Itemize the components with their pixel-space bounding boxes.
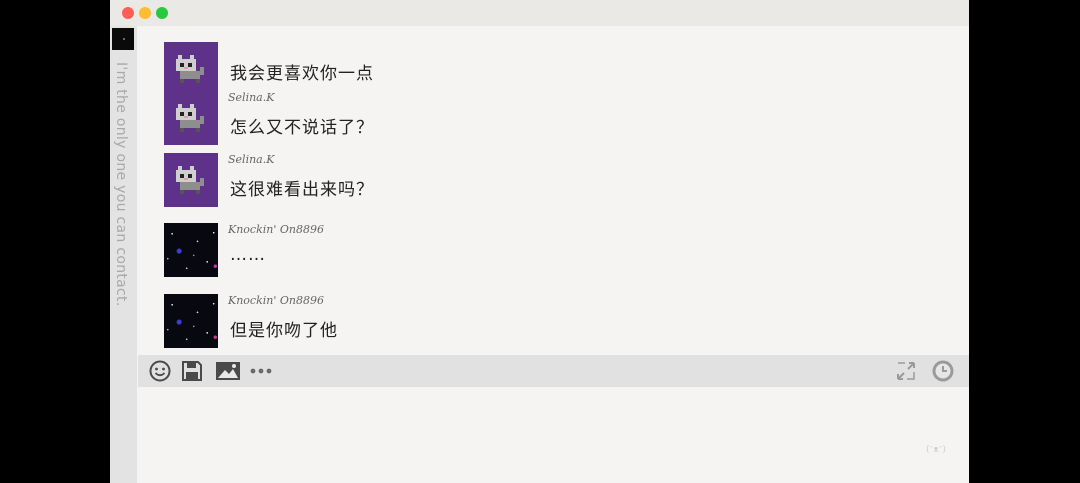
- sidebar: I'm the only one you can contact.: [110, 26, 137, 483]
- pixel-cat-icon: [176, 166, 204, 194]
- history-clock-icon[interactable]: [931, 360, 955, 382]
- sender-name: Selina.K: [228, 91, 275, 104]
- message-text: 这很难看出来吗？: [230, 180, 374, 200]
- sender-name: Knockin' On8896: [228, 294, 324, 307]
- sidebar-caption: I'm the only one you can contact.: [113, 62, 129, 307]
- cat-avatar[interactable]: [164, 91, 218, 145]
- sender-name: Selina.K: [228, 153, 275, 166]
- cat-avatar[interactable]: [164, 42, 218, 96]
- pixel-cat-icon: [176, 55, 204, 83]
- watermark-emoticon: (ᵔᴥᵔ): [926, 445, 946, 455]
- zoom-window-button[interactable]: [156, 7, 168, 19]
- watermark-line-1: 【致美】 (ᵔᴥᵔ): [880, 440, 946, 456]
- title-bar: [110, 0, 969, 26]
- pixel-cat-icon: [176, 104, 204, 132]
- message-input-area[interactable]: [138, 387, 969, 483]
- message-text: 怎么又不说话了？: [230, 118, 374, 138]
- message-list: 我会更喜欢你一点 Selina.K 怎么又不说话了？ Selina.K 这很难看…: [138, 26, 969, 355]
- starfield-avatar[interactable]: [164, 223, 218, 277]
- contact-avatar[interactable]: [112, 28, 134, 50]
- emoji-icon[interactable]: [149, 360, 171, 382]
- close-window-button[interactable]: [122, 7, 134, 19]
- starfield-avatar[interactable]: [164, 294, 218, 348]
- image-icon[interactable]: [215, 360, 241, 382]
- message-text: 但是你吻了他: [230, 321, 338, 341]
- input-toolbar: [138, 355, 969, 387]
- expand-icon[interactable]: [895, 360, 917, 382]
- chat-window: I'm the only one you can contact. 我会更喜欢你…: [110, 0, 969, 483]
- watermark-title: 【致美】: [880, 442, 924, 455]
- sender-name: Knockin' On8896: [228, 223, 324, 236]
- message-text: 我会更喜欢你一点: [230, 64, 374, 84]
- cat-avatar[interactable]: [164, 153, 218, 207]
- watermark-line-2: 一束自由光: [890, 462, 956, 476]
- minimize-window-button[interactable]: [139, 7, 151, 19]
- message-text: ……: [230, 245, 266, 265]
- save-icon[interactable]: [181, 360, 203, 382]
